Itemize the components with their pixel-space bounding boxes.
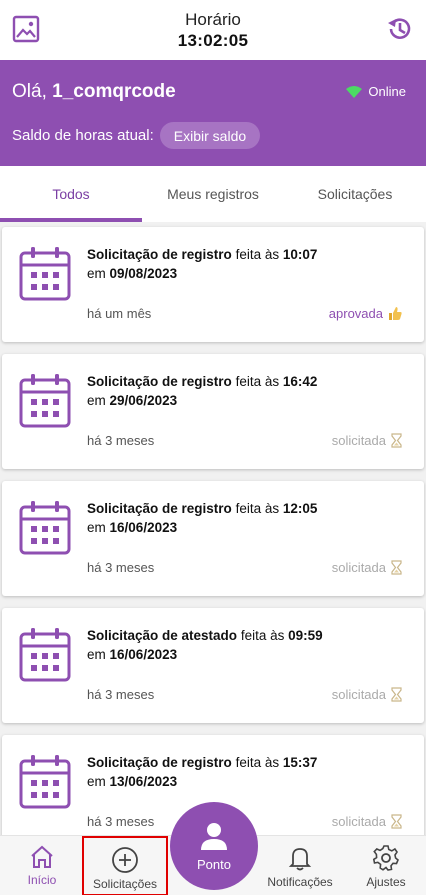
status-badge: solicitada — [332, 814, 402, 829]
tab-todos[interactable]: Todos — [0, 166, 142, 222]
item-title: Solicitação de registro feita às 15:37 e… — [87, 755, 318, 789]
hourglass-icon — [391, 687, 402, 702]
time-value: 13:02:05 — [177, 31, 249, 50]
item-title: Solicitação de registro feita às 10:07 e… — [87, 247, 318, 281]
show-balance-button[interactable]: Exibir saldo — [159, 122, 261, 149]
list-item[interactable]: Solicitação de registro feita às 16:42 e… — [2, 354, 424, 469]
ponto-label: Ponto — [197, 856, 231, 872]
item-age: há 3 meses — [87, 433, 155, 448]
clock: Horário 13:02:05 — [0, 9, 426, 51]
calendar-icon — [19, 374, 71, 428]
top-bar: Horário 13:02:05 — [0, 0, 426, 60]
list-item[interactable]: Solicitação de registro feita às 10:07 e… — [2, 227, 424, 342]
tab-solicitacoes[interactable]: Solicitações — [284, 166, 426, 222]
hourglass-icon — [391, 560, 402, 575]
ponto-button[interactable]: Ponto — [170, 802, 258, 890]
nav-solicitacoes[interactable]: Solicitações — [82, 836, 168, 895]
item-title: Solicitação de atestado feita às 09:59 e… — [87, 628, 323, 662]
nav-notificacoes[interactable]: Notificações — [264, 836, 336, 895]
status-badge: solicitada — [332, 560, 402, 575]
greeting: Olá, 1_comqrcode — [12, 80, 176, 104]
calendar-icon — [19, 247, 71, 301]
tab-meus-registros[interactable]: Meus registros — [142, 166, 284, 222]
person-icon — [201, 822, 227, 850]
time-label: Horário — [185, 10, 241, 29]
gear-icon — [372, 845, 399, 871]
balance-label: Saldo de horas atual: — [12, 127, 154, 144]
add-circle-icon — [112, 847, 138, 873]
calendar-icon — [19, 628, 71, 682]
calendar-icon — [19, 501, 71, 555]
item-age: há um mês — [87, 306, 152, 321]
tab-bar: Todos Meus registros Solicitações — [0, 166, 426, 222]
calendar-icon — [19, 755, 71, 809]
balance-row: Saldo de horas atual: Exibir saldo — [12, 122, 261, 149]
status-text: Online — [368, 84, 406, 99]
connection-status: Online — [346, 84, 406, 99]
item-age: há 3 meses — [87, 814, 155, 829]
item-title: Solicitação de registro feita às 16:42 e… — [87, 374, 318, 408]
bell-icon — [288, 848, 312, 871]
user-header: Olá, 1_comqrcode Online Saldo de horas a… — [0, 60, 426, 166]
nav-inicio[interactable]: Início — [12, 836, 72, 895]
hourglass-icon — [391, 814, 402, 829]
home-icon — [31, 845, 53, 868]
request-list: Solicitação de registro feita às 10:07 e… — [0, 222, 426, 835]
hourglass-icon — [391, 433, 402, 448]
thumbs-up-icon — [389, 307, 402, 320]
username: 1_comqrcode — [52, 81, 176, 102]
list-item[interactable]: Solicitação de registro feita às 12:05 e… — [2, 481, 424, 596]
item-age: há 3 meses — [87, 560, 155, 575]
list-item[interactable]: Solicitação de atestado feita às 09:59 e… — [2, 608, 424, 723]
nav-ajustes[interactable]: Ajustes — [358, 836, 414, 895]
greeting-prefix: Olá, — [12, 81, 47, 102]
wifi-icon — [346, 85, 363, 98]
item-age: há 3 meses — [87, 687, 155, 702]
status-badge: aprovada — [329, 306, 402, 321]
history-icon[interactable] — [385, 14, 415, 44]
status-badge: solicitada — [332, 433, 402, 448]
item-title: Solicitação de registro feita às 12:05 e… — [87, 501, 318, 535]
status-badge: solicitada — [332, 687, 402, 702]
